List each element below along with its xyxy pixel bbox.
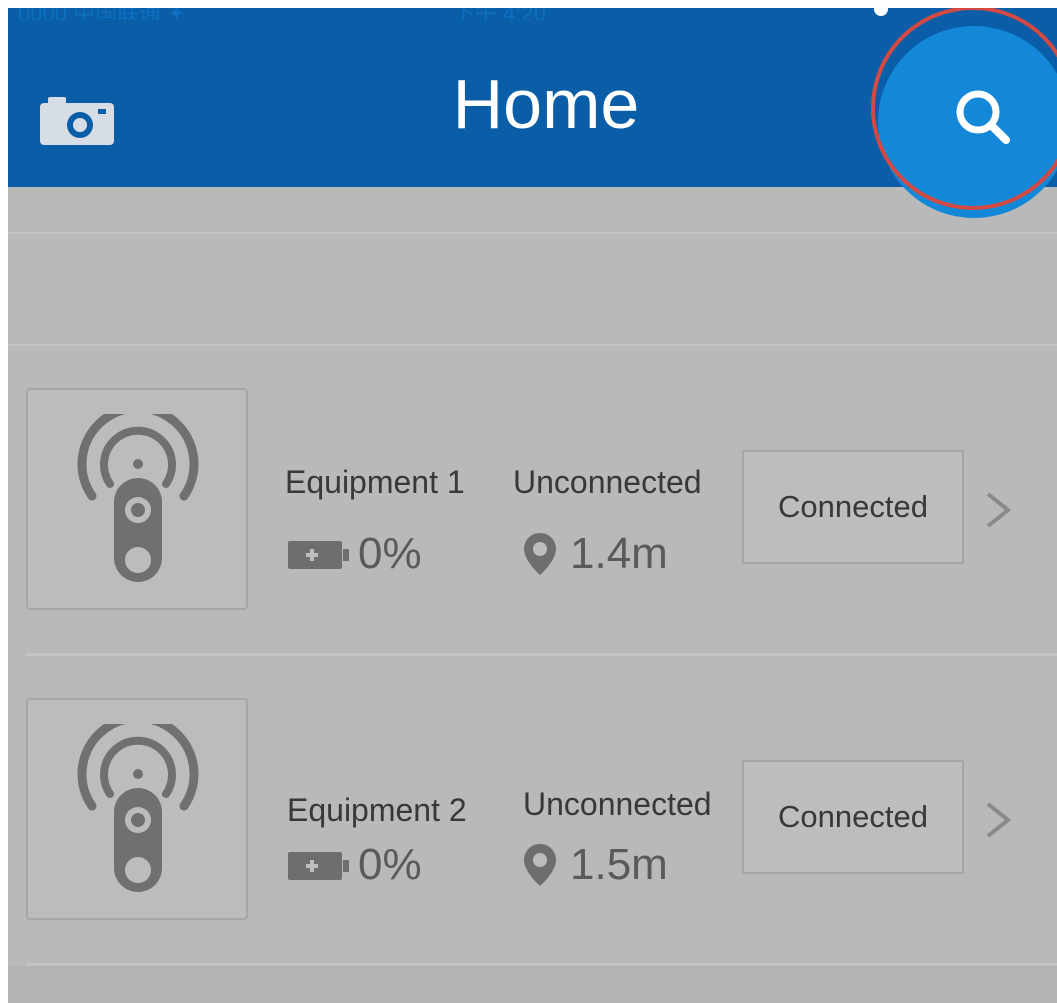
battery-icon: [288, 852, 349, 880]
device-row[interactable]: Equipment 1 Unconnected 0% 1.4m Connecte…: [8, 348, 1057, 656]
device-name: Equipment 2: [287, 792, 467, 828]
distance-value: 1.4m: [570, 529, 668, 578]
connect-button[interactable]: Connected: [742, 450, 964, 564]
chevron-right-icon[interactable]: [984, 800, 1014, 840]
connect-button[interactable]: Connected: [742, 760, 964, 874]
distance-value: 1.5m: [570, 840, 668, 889]
app-header: Home: [8, 20, 1057, 218]
device-thumbnail: [26, 698, 248, 920]
battery-indicator: 0%: [288, 529, 422, 579]
distance-indicator: 1.5m: [522, 840, 668, 890]
status-bar: 0000 中国联通 ✦ 下午 4:20: [8, 8, 1057, 26]
device-status: Unconnected: [523, 786, 712, 822]
battery-icon: [288, 541, 349, 569]
distance-indicator: 1.4m: [522, 529, 668, 579]
device-name: Equipment 1: [285, 464, 465, 500]
battery-percent: 0%: [358, 529, 422, 578]
status-dot-icon: [874, 8, 888, 16]
battery-percent: 0%: [358, 840, 422, 889]
divider: [8, 232, 1057, 234]
location-pin-icon: [524, 533, 556, 575]
divider: [26, 653, 1057, 656]
tracker-device-icon: [77, 414, 199, 582]
search-icon: [956, 90, 1010, 144]
bottom-area: [8, 966, 1057, 1003]
device-thumbnail: [26, 388, 248, 610]
device-row[interactable]: Equipment 2 Unconnected 0% 1.5m Connecte…: [8, 658, 1057, 966]
divider: [8, 344, 1057, 346]
banner-area: [8, 188, 1057, 346]
chevron-right-icon[interactable]: [984, 490, 1014, 530]
device-status: Unconnected: [513, 464, 702, 500]
battery-indicator: 0%: [288, 840, 422, 890]
tracker-device-icon: [77, 724, 199, 892]
app-screen: 0000 中国联通 ✦ 下午 4:20 Home Equipment 1 Unc…: [8, 8, 1057, 1003]
location-pin-icon: [524, 844, 556, 886]
